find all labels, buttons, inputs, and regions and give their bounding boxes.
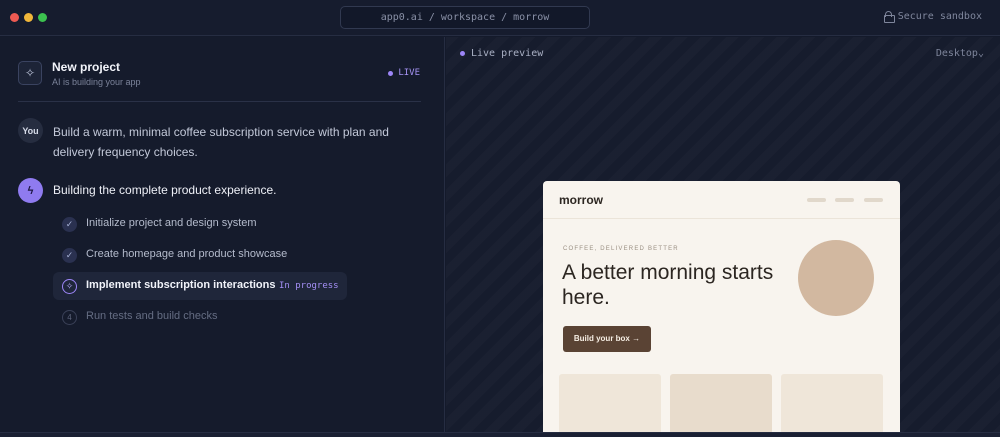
live-preview-label: Live preview: [460, 48, 543, 59]
check-icon: ✓: [62, 248, 77, 263]
live-preview-text: Live preview: [471, 48, 544, 59]
check-icon: ✓: [62, 217, 77, 232]
secure-sandbox-label: Secure sandbox: [897, 11, 982, 22]
step-number-icon: 4: [62, 310, 77, 325]
step-label: Initialize project and design system: [86, 217, 257, 229]
live-dot-icon: [388, 70, 394, 76]
plan-card[interactable]: [559, 374, 661, 432]
hero-image-placeholder: [798, 240, 874, 316]
build-status-title: Building the complete product experience…: [53, 183, 277, 197]
secure-sandbox-indicator: Secure sandbox: [883, 11, 982, 23]
step-item-subscription: ✧ Implement subscription interactions In…: [53, 272, 347, 300]
build-your-box-button[interactable]: Build your box →: [563, 326, 651, 352]
preview-panel: Live preview Desktop⌄ morrow COFFEE, DEL…: [446, 37, 1000, 432]
user-message: Build a warm, minimal coffee subscriptio…: [53, 125, 389, 159]
step-label: Implement subscription interactions: [86, 279, 276, 291]
project-subtitle: AI is building your app: [52, 77, 141, 87]
plan-card[interactable]: [781, 374, 883, 432]
live-badge: LIVE: [388, 68, 420, 78]
minimize-window-button[interactable]: [24, 13, 33, 22]
chevron-down-icon: ⌄: [977, 48, 984, 59]
site-nav-item[interactable]: [835, 198, 854, 202]
bottom-bar: [0, 432, 1000, 437]
project-title: New project: [52, 60, 121, 74]
maximize-window-button[interactable]: [38, 13, 47, 22]
site-logo: morrow: [559, 193, 604, 207]
site-nav-item[interactable]: [807, 198, 826, 202]
live-label: LIVE: [398, 68, 420, 78]
user-avatar: You: [18, 118, 43, 143]
close-window-button[interactable]: [10, 13, 19, 22]
site-nav-item[interactable]: [864, 198, 883, 202]
site-preview: morrow COFFEE, DELIVERED BETTER A better…: [543, 181, 900, 432]
window-titlebar: app0.ai / workspace / morrow Secure sand…: [0, 0, 1000, 36]
bolt-icon: ϟ: [18, 178, 43, 203]
step-item-initialize: ✓ Initialize project and design system: [53, 210, 347, 238]
chat-panel: ✧ New project AI is building your app LI…: [0, 37, 445, 432]
site-eyebrow: COFFEE, DELIVERED BETTER: [563, 246, 679, 252]
step-label: Run tests and build checks: [86, 310, 218, 322]
lock-icon: [883, 11, 895, 23]
sparkle-icon: ✧: [62, 279, 77, 294]
step-label: Create homepage and product showcase: [86, 248, 288, 260]
step-status-badge: In progress: [279, 281, 339, 291]
live-dot-icon: [460, 51, 465, 56]
site-header: morrow: [543, 181, 900, 219]
step-item-homepage: ✓ Create homepage and product showcase: [53, 241, 347, 269]
device-selector[interactable]: Desktop⌄: [936, 48, 984, 59]
device-selector-label: Desktop: [935, 48, 978, 59]
url-bar[interactable]: app0.ai / workspace / morrow: [340, 6, 590, 29]
plan-card[interactable]: [670, 374, 772, 432]
divider: [18, 101, 421, 102]
sparkle-icon: ✧: [18, 61, 42, 85]
step-item-tests: 4 Run tests and build checks: [53, 303, 347, 331]
site-headline: A better morning starts here.: [562, 261, 774, 309]
